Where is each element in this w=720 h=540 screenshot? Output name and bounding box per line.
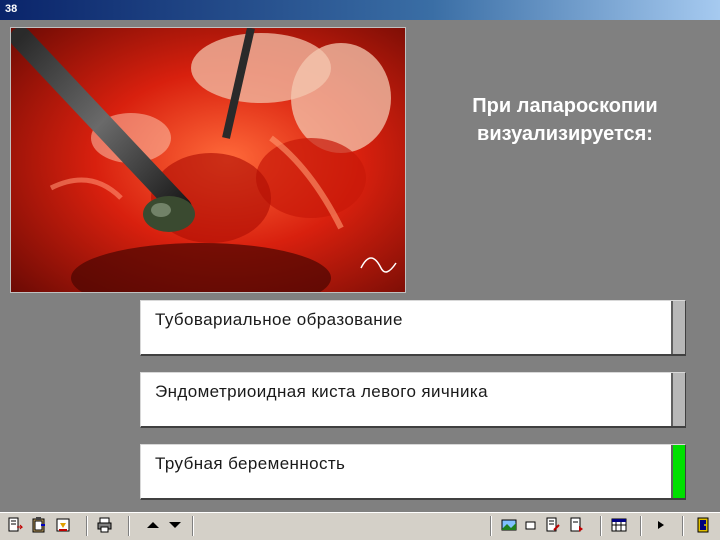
exit-door-icon[interactable] <box>694 516 712 534</box>
bottom-toolbar <box>0 512 720 540</box>
answer-option-2[interactable]: Эндометриоидная киста левого яичника <box>140 372 686 428</box>
window-title: 38 <box>5 3 18 15</box>
arrow-up-icon[interactable] <box>144 516 162 534</box>
answer-indicator <box>671 301 685 354</box>
clipboard-icon[interactable] <box>30 516 48 534</box>
toolbar-separator <box>640 516 642 536</box>
toolbar-separator <box>86 516 88 536</box>
toolbar-separator <box>128 516 130 536</box>
play-icon[interactable] <box>652 516 670 534</box>
arrow-down-icon[interactable] <box>166 516 184 534</box>
calendar-icon[interactable] <box>610 516 628 534</box>
answer-option-1[interactable]: Тубовариальное образование <box>140 300 686 356</box>
toolbar-separator <box>192 516 194 536</box>
toolbar-separator <box>682 516 684 536</box>
window-titlebar: 38 <box>0 0 720 20</box>
answer-option-3[interactable]: Трубная беременность <box>140 444 686 500</box>
laparoscopy-photo <box>10 27 406 293</box>
toolbar-separator <box>490 516 492 536</box>
answer-label: Эндометриоидная киста левого яичника <box>155 382 488 401</box>
image-icon[interactable] <box>500 516 518 534</box>
question-text: При лапароскопии визуализируется: <box>472 95 658 145</box>
answer-label: Трубная беременность <box>155 454 346 473</box>
edit-page-icon[interactable] <box>544 516 562 534</box>
note-icon[interactable] <box>568 516 586 534</box>
print-icon[interactable] <box>96 516 114 534</box>
answer-indicator <box>671 445 685 498</box>
save-disk-icon[interactable] <box>54 516 72 534</box>
answer-label: Тубовариальное образование <box>155 310 403 329</box>
toolbar-separator <box>600 516 602 536</box>
window-icon[interactable] <box>522 516 540 534</box>
answer-indicator <box>671 373 685 426</box>
document-arrow-icon[interactable] <box>6 516 24 534</box>
